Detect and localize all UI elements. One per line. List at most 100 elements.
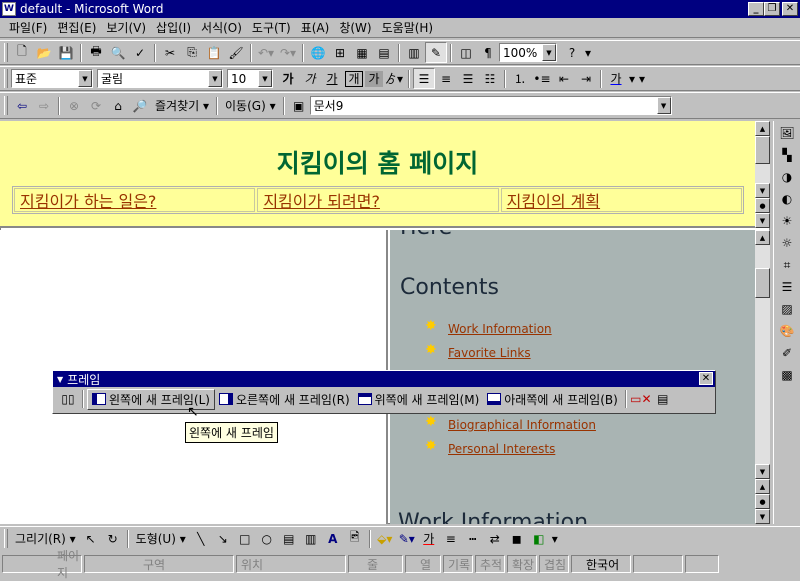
clip-art-icon[interactable]: 🖻: [344, 528, 366, 549]
previous-page-icon[interactable]: ▲: [755, 479, 770, 494]
close-icon[interactable]: ✕: [699, 372, 713, 385]
top-frame[interactable]: 지킴이의 홈 페이지 지킴이가 하는 일은? 지킴이가 되려면? 지킴이의 계획: [0, 121, 755, 228]
show-hide-icon[interactable]: ¶: [477, 42, 499, 63]
decrease-indent-icon[interactable]: ⇤: [553, 68, 575, 89]
3d-icon[interactable]: ◧: [528, 528, 550, 549]
refresh-icon[interactable]: ⟳: [85, 95, 107, 116]
more-brightness-icon[interactable]: ☀: [776, 211, 798, 231]
new-frame-above-button[interactable]: 위쪽에 새 프레임(M): [354, 389, 484, 410]
menu-format[interactable]: 서식(O): [196, 19, 247, 36]
menu-file[interactable]: 파일(F): [4, 19, 52, 36]
go-menu[interactable]: 이동(G) ▾: [221, 95, 280, 116]
toolbar-grip[interactable]: [4, 96, 8, 115]
font-select[interactable]: 굴림 ▼: [97, 69, 223, 88]
address-select[interactable]: 문서9 ▼: [309, 96, 672, 115]
text-wrapping-icon[interactable]: ▨: [776, 299, 798, 319]
insert-excel-icon[interactable]: ▤: [373, 42, 395, 63]
browse-object-icon[interactable]: ●: [755, 494, 770, 509]
link-biographical-information[interactable]: Biographical Information: [448, 418, 596, 432]
back-icon[interactable]: ⇦: [11, 95, 33, 116]
crop-icon[interactable]: ⌗: [776, 255, 798, 275]
frame-properties-icon[interactable]: ▤: [652, 389, 674, 410]
arrow-style-icon[interactable]: ⇄: [484, 528, 506, 549]
insert-table-icon[interactable]: ▦: [351, 42, 373, 63]
status-rec[interactable]: 기록: [443, 555, 473, 573]
set-transparent-icon[interactable]: ✐: [776, 343, 798, 363]
menu-insert[interactable]: 삽입(I): [151, 19, 196, 36]
format-picture-icon[interactable]: 🎨: [776, 321, 798, 341]
wordart-icon[interactable]: A: [322, 528, 344, 549]
favorites-menu[interactable]: 즐겨찾기 ▾: [151, 95, 213, 116]
search-web-icon[interactable]: 🔎: [129, 95, 151, 116]
line-style-icon[interactable]: ☰: [776, 277, 798, 297]
align-justify-icon[interactable]: ☰: [413, 68, 435, 89]
rectangle-icon[interactable]: □: [234, 528, 256, 549]
table-of-contents-frame-icon[interactable]: ▯▯: [57, 389, 79, 410]
insert-picture-icon[interactable]: 🖼: [776, 123, 798, 143]
draw-font-color-button[interactable]: 가: [418, 528, 440, 549]
fill-color-icon[interactable]: ⬙▾: [374, 528, 396, 549]
document-map-icon[interactable]: ◫: [455, 42, 477, 63]
help-icon[interactable]: ?: [561, 42, 583, 63]
vertical-text-box-icon[interactable]: ▥: [300, 528, 322, 549]
new-document-icon[interactable]: 🗋: [11, 42, 33, 63]
text-box-icon[interactable]: ▤: [278, 528, 300, 549]
hyperlink-icon[interactable]: 🌐: [307, 42, 329, 63]
line-icon[interactable]: ╲: [190, 528, 212, 549]
delete-frame-icon[interactable]: ▭✕: [630, 389, 652, 410]
font-color-button[interactable]: 가: [605, 68, 627, 89]
menu-tools[interactable]: 도구(T): [247, 19, 296, 36]
frames-toolbar-titlebar[interactable]: ▼ 프레임 ✕: [53, 371, 715, 387]
chevron-down-icon[interactable]: ▾: [627, 68, 637, 89]
toolbar-grip[interactable]: [4, 43, 8, 62]
link-work-information[interactable]: Work Information: [448, 322, 552, 336]
copy-icon[interactable]: ⎘: [181, 42, 203, 63]
open-folder-icon[interactable]: 📂: [33, 42, 55, 63]
scroll-down-icon[interactable]: ▼: [755, 183, 770, 198]
link-favorite-links[interactable]: Favorite Links: [448, 346, 531, 360]
char-shading-button[interactable]: 가: [365, 70, 383, 87]
link-personal-interests[interactable]: Personal Interests: [448, 442, 555, 456]
save-icon[interactable]: 💾: [55, 42, 77, 63]
show-web-toolbar-only-icon[interactable]: ▣: [288, 95, 310, 116]
link-what-guardians-do[interactable]: 지킴이가 하는 일은?: [14, 188, 256, 212]
browse-object-icon[interactable]: ●: [755, 198, 770, 213]
reset-picture-icon[interactable]: ▩: [776, 365, 798, 385]
undo-icon[interactable]: ↶▾: [255, 42, 277, 63]
menu-window[interactable]: 창(W): [334, 19, 376, 36]
style-select[interactable]: 표준 ▼: [11, 69, 93, 88]
next-page-icon[interactable]: ▼: [755, 213, 770, 228]
phonetic-guide-icon[interactable]: ゟ▾: [383, 68, 405, 89]
toolbar-grip[interactable]: [4, 69, 8, 88]
bullets-icon[interactable]: •≡: [531, 68, 553, 89]
new-frame-below-button[interactable]: 아래쪽에 새 프레임(B): [483, 389, 622, 410]
close-button[interactable]: ✕: [782, 2, 798, 16]
zoom-select[interactable]: 100% ▼: [499, 43, 557, 62]
chevron-down-icon[interactable]: ▼: [258, 70, 272, 87]
menu-edit[interactable]: 편집(E): [52, 19, 101, 36]
line-color-icon[interactable]: ✎▾: [396, 528, 418, 549]
redo-icon[interactable]: ↷▾: [277, 42, 299, 63]
draw-menu[interactable]: 그리기(R) ▾: [11, 528, 80, 549]
toolbar-options-icon[interactable]: ▾: [637, 68, 647, 89]
line-style-icon[interactable]: ≡: [440, 528, 462, 549]
menu-help[interactable]: 도움말(H): [377, 19, 439, 36]
italic-button[interactable]: 가: [299, 68, 321, 89]
toolbar-options-icon[interactable]: ▾: [583, 42, 593, 63]
right-frame-scrollbar[interactable]: ▲ ▼ ▲ ● ▼: [755, 230, 770, 524]
new-frame-right-button[interactable]: 오른쪽에 새 프레임(R): [215, 389, 354, 410]
select-objects-icon[interactable]: ↖: [80, 528, 102, 549]
forward-icon[interactable]: ⇨: [33, 95, 55, 116]
scroll-thumb[interactable]: [755, 136, 770, 164]
status-language[interactable]: 한국어: [571, 555, 631, 573]
oval-icon[interactable]: ○: [256, 528, 278, 549]
align-center-icon[interactable]: ≡: [435, 68, 457, 89]
columns-icon[interactable]: ▥: [403, 42, 425, 63]
free-rotate-icon[interactable]: ↻: [102, 528, 124, 549]
chevron-down-icon[interactable]: ▼: [208, 70, 222, 87]
bold-button[interactable]: 가: [277, 68, 299, 89]
toolbar-options-icon[interactable]: ▾: [550, 528, 560, 549]
status-trk[interactable]: 추적: [475, 555, 505, 573]
format-painter-icon[interactable]: 🖌: [225, 42, 247, 63]
numbering-icon[interactable]: ⒈: [509, 68, 531, 89]
